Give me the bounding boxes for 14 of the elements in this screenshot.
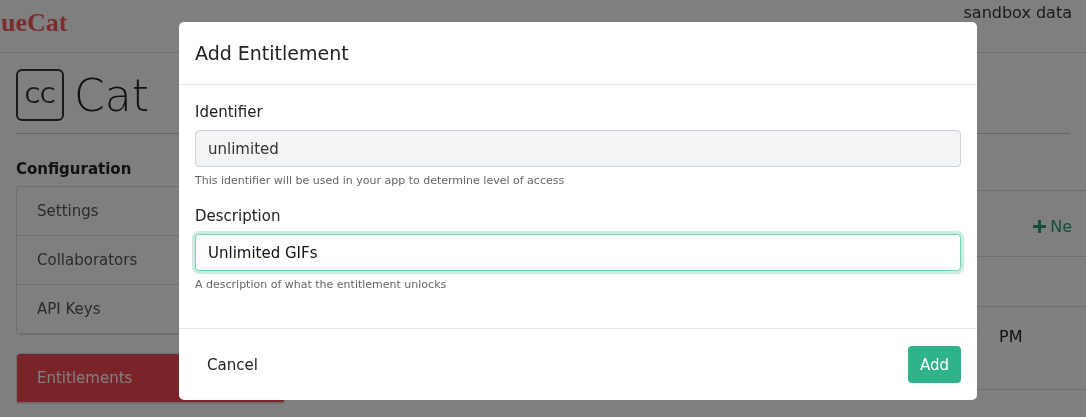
new-button[interactable]: Ne bbox=[1033, 217, 1072, 236]
modal-title: Add Entitlement bbox=[195, 42, 349, 64]
app-badge: CC bbox=[16, 69, 64, 121]
toggle-label: sandbox data bbox=[963, 3, 1072, 22]
section-heading: Configuration bbox=[16, 160, 132, 178]
logo[interactable]: ueCat bbox=[1, 8, 68, 38]
plus-icon bbox=[1033, 220, 1047, 233]
row-text: PM bbox=[999, 327, 1023, 346]
field-label: Identifier bbox=[195, 103, 264, 121]
input-field[interactable]: Unlimited GIFs bbox=[195, 234, 961, 271]
help-text: This identifier will be used in your app to determine level of access bbox=[195, 174, 566, 187]
field-label: Description bbox=[195, 207, 282, 225]
app-title: Cat bbox=[74, 69, 149, 121]
add-button[interactable]: Add bbox=[907, 346, 961, 383]
